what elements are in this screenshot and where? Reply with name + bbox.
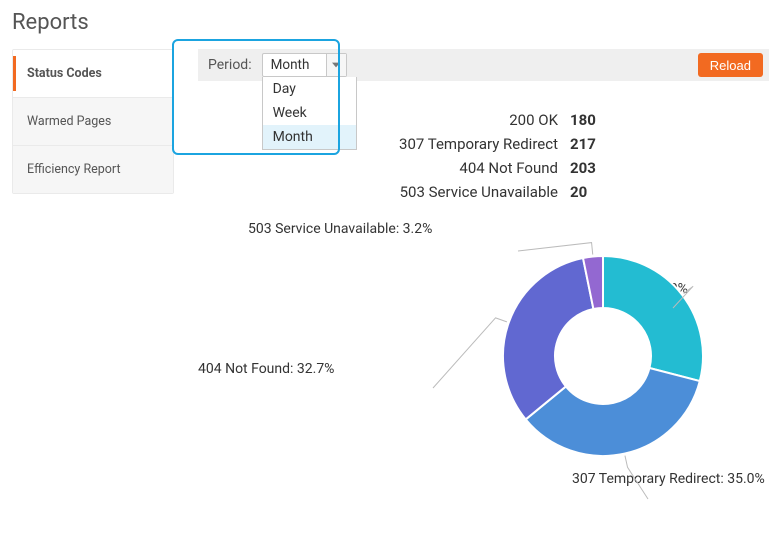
- stat-label: 503 Service Unavailable: [198, 183, 558, 201]
- stat-value: 180: [558, 111, 608, 129]
- chevron-down-icon: [326, 54, 346, 76]
- chart-label-503: 503 Service Unavailable: 3.2%: [248, 221, 432, 237]
- period-select[interactable]: Month Day Week Month: [262, 53, 347, 77]
- page-title: Reports: [12, 10, 769, 35]
- sidebar-item-label: Warmed Pages: [27, 114, 111, 129]
- period-option-month[interactable]: Month: [263, 125, 356, 149]
- main-panel: Period: Month Day Week Month Reload: [174, 49, 769, 491]
- stat-row: 503 Service Unavailable 20: [198, 183, 769, 201]
- sidebar-item-warmed-pages[interactable]: Warmed Pages: [13, 98, 173, 146]
- period-select-value: Month: [271, 57, 310, 73]
- sidebar-item-label: Efficiency Report: [27, 162, 121, 177]
- sidebar-item-efficiency-report[interactable]: Efficiency Report: [13, 146, 173, 193]
- stat-label: 200 OK: [198, 111, 558, 129]
- stat-label: 307 Temporary Redirect: [198, 135, 558, 153]
- donut-chart: [408, 221, 781, 495]
- period-option-week[interactable]: Week: [263, 101, 356, 125]
- chart-label-404: 404 Not Found: 32.7%: [198, 361, 334, 377]
- period-label: Period:: [208, 57, 252, 73]
- reload-button[interactable]: Reload: [698, 53, 763, 77]
- stat-row: 404 Not Found 203: [198, 159, 769, 177]
- stat-value: 217: [558, 135, 608, 153]
- stat-label: 404 Not Found: [198, 159, 558, 177]
- period-option-day[interactable]: Day: [263, 77, 356, 101]
- stat-value: 203: [558, 159, 608, 177]
- period-dropdown: Day Week Month: [262, 77, 357, 150]
- chart-area: 503 Service Unavailable: 3.2% 200 OK: 29…: [198, 221, 769, 491]
- sidebar-item-label: Status Codes: [27, 66, 102, 81]
- sidebar: Status Codes Warmed Pages Efficiency Rep…: [12, 49, 174, 194]
- stat-value: 20: [558, 183, 608, 201]
- toolbar: Period: Month Day Week Month Reload: [198, 49, 769, 81]
- period-select-display[interactable]: Month: [262, 53, 347, 77]
- sidebar-item-status-codes[interactable]: Status Codes: [13, 50, 173, 98]
